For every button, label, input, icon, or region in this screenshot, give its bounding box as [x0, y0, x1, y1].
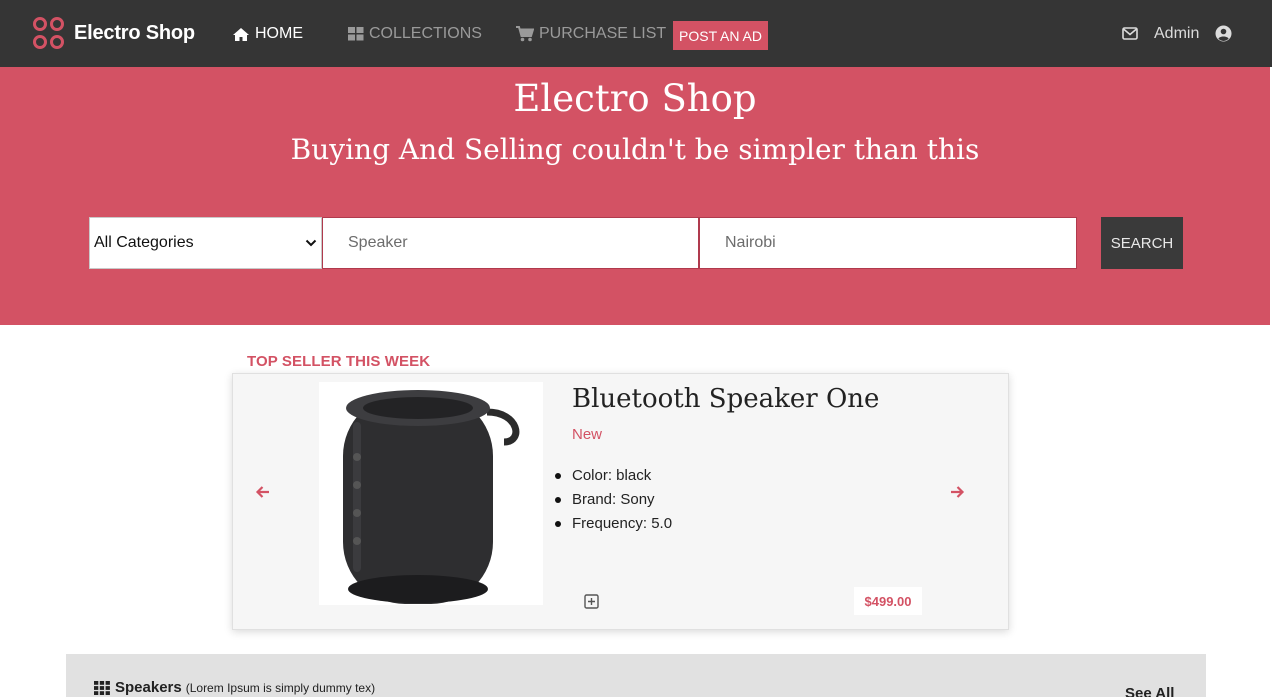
plus-square-icon[interactable]: [584, 594, 599, 609]
category-section: Speakers (Lorem Ipsum is simply dummy te…: [66, 654, 1206, 697]
location-input[interactable]: Nairobi: [699, 217, 1077, 269]
product-image[interactable]: [319, 382, 543, 605]
category-select[interactable]: All Categories: [89, 217, 322, 269]
logo-icon: [33, 17, 64, 49]
product-condition: New: [572, 426, 603, 443]
hero-subtitle: Buying And Selling couldn't be simpler t…: [290, 133, 980, 166]
keyword-input[interactable]: Speaker: [322, 217, 699, 269]
category-description: (Lorem Ipsum is simply dummy tex): [185, 680, 376, 695]
top-seller-carousel: Bluetooth Speaker One New Color: black B…: [232, 373, 1009, 630]
see-all-link[interactable]: See All: [1125, 685, 1174, 697]
category-select-value: All Categories: [94, 234, 194, 251]
nav-purchase-label: PURCHASE LIST: [539, 25, 667, 42]
user-circle-icon[interactable]: [1215, 25, 1232, 42]
nav-collections-label: COLLECTIONS: [369, 25, 482, 42]
hero-title: Electro Shop: [513, 77, 757, 120]
nav-collections[interactable]: COLLECTIONS: [348, 24, 482, 44]
brand-name: Electro Shop: [74, 21, 195, 44]
speaker-image: [343, 390, 520, 604]
nav-purchase-list[interactable]: PURCHASE LIST: [516, 24, 666, 44]
category-heading: Speakers (Lorem Ipsum is simply dummy te…: [94, 679, 375, 696]
search-button[interactable]: SEARCH: [1101, 217, 1183, 269]
arrow-left-icon[interactable]: [255, 484, 271, 500]
grid-icon: [348, 27, 364, 41]
top-seller-heading: TOP SELLER THIS WEEK: [247, 353, 431, 370]
arrow-right-icon[interactable]: [949, 484, 965, 500]
spec-item: Brand: Sony: [554, 490, 672, 514]
home-icon: [233, 27, 249, 41]
spec-item: Frequency: 5.0: [554, 514, 672, 538]
product-name[interactable]: Bluetooth Speaker One: [572, 384, 879, 414]
product-specs: Color: black Brand: Sony Frequency: 5.0: [554, 466, 672, 538]
hero-banner: Electro Shop Buying And Selling couldn't…: [0, 67, 1270, 325]
post-ad-button[interactable]: POST AN AD: [673, 21, 768, 50]
cart-icon: [516, 26, 534, 42]
nav-home[interactable]: HOME: [232, 24, 303, 44]
spec-item: Color: black: [554, 466, 672, 490]
nav-home-label: HOME: [255, 25, 303, 42]
brand-link[interactable]: Electro Shop: [32, 14, 195, 52]
product-price: $499.00: [854, 587, 922, 615]
grid-icon: [94, 680, 110, 695]
user-name[interactable]: Admin: [1154, 25, 1199, 43]
category-title: Speakers: [115, 679, 182, 696]
mail-icon[interactable]: [1122, 27, 1138, 40]
chevron-down-icon: [305, 239, 317, 247]
top-navbar: Electro Shop HOME COLLECTIONS PURCHASE L…: [0, 0, 1272, 67]
